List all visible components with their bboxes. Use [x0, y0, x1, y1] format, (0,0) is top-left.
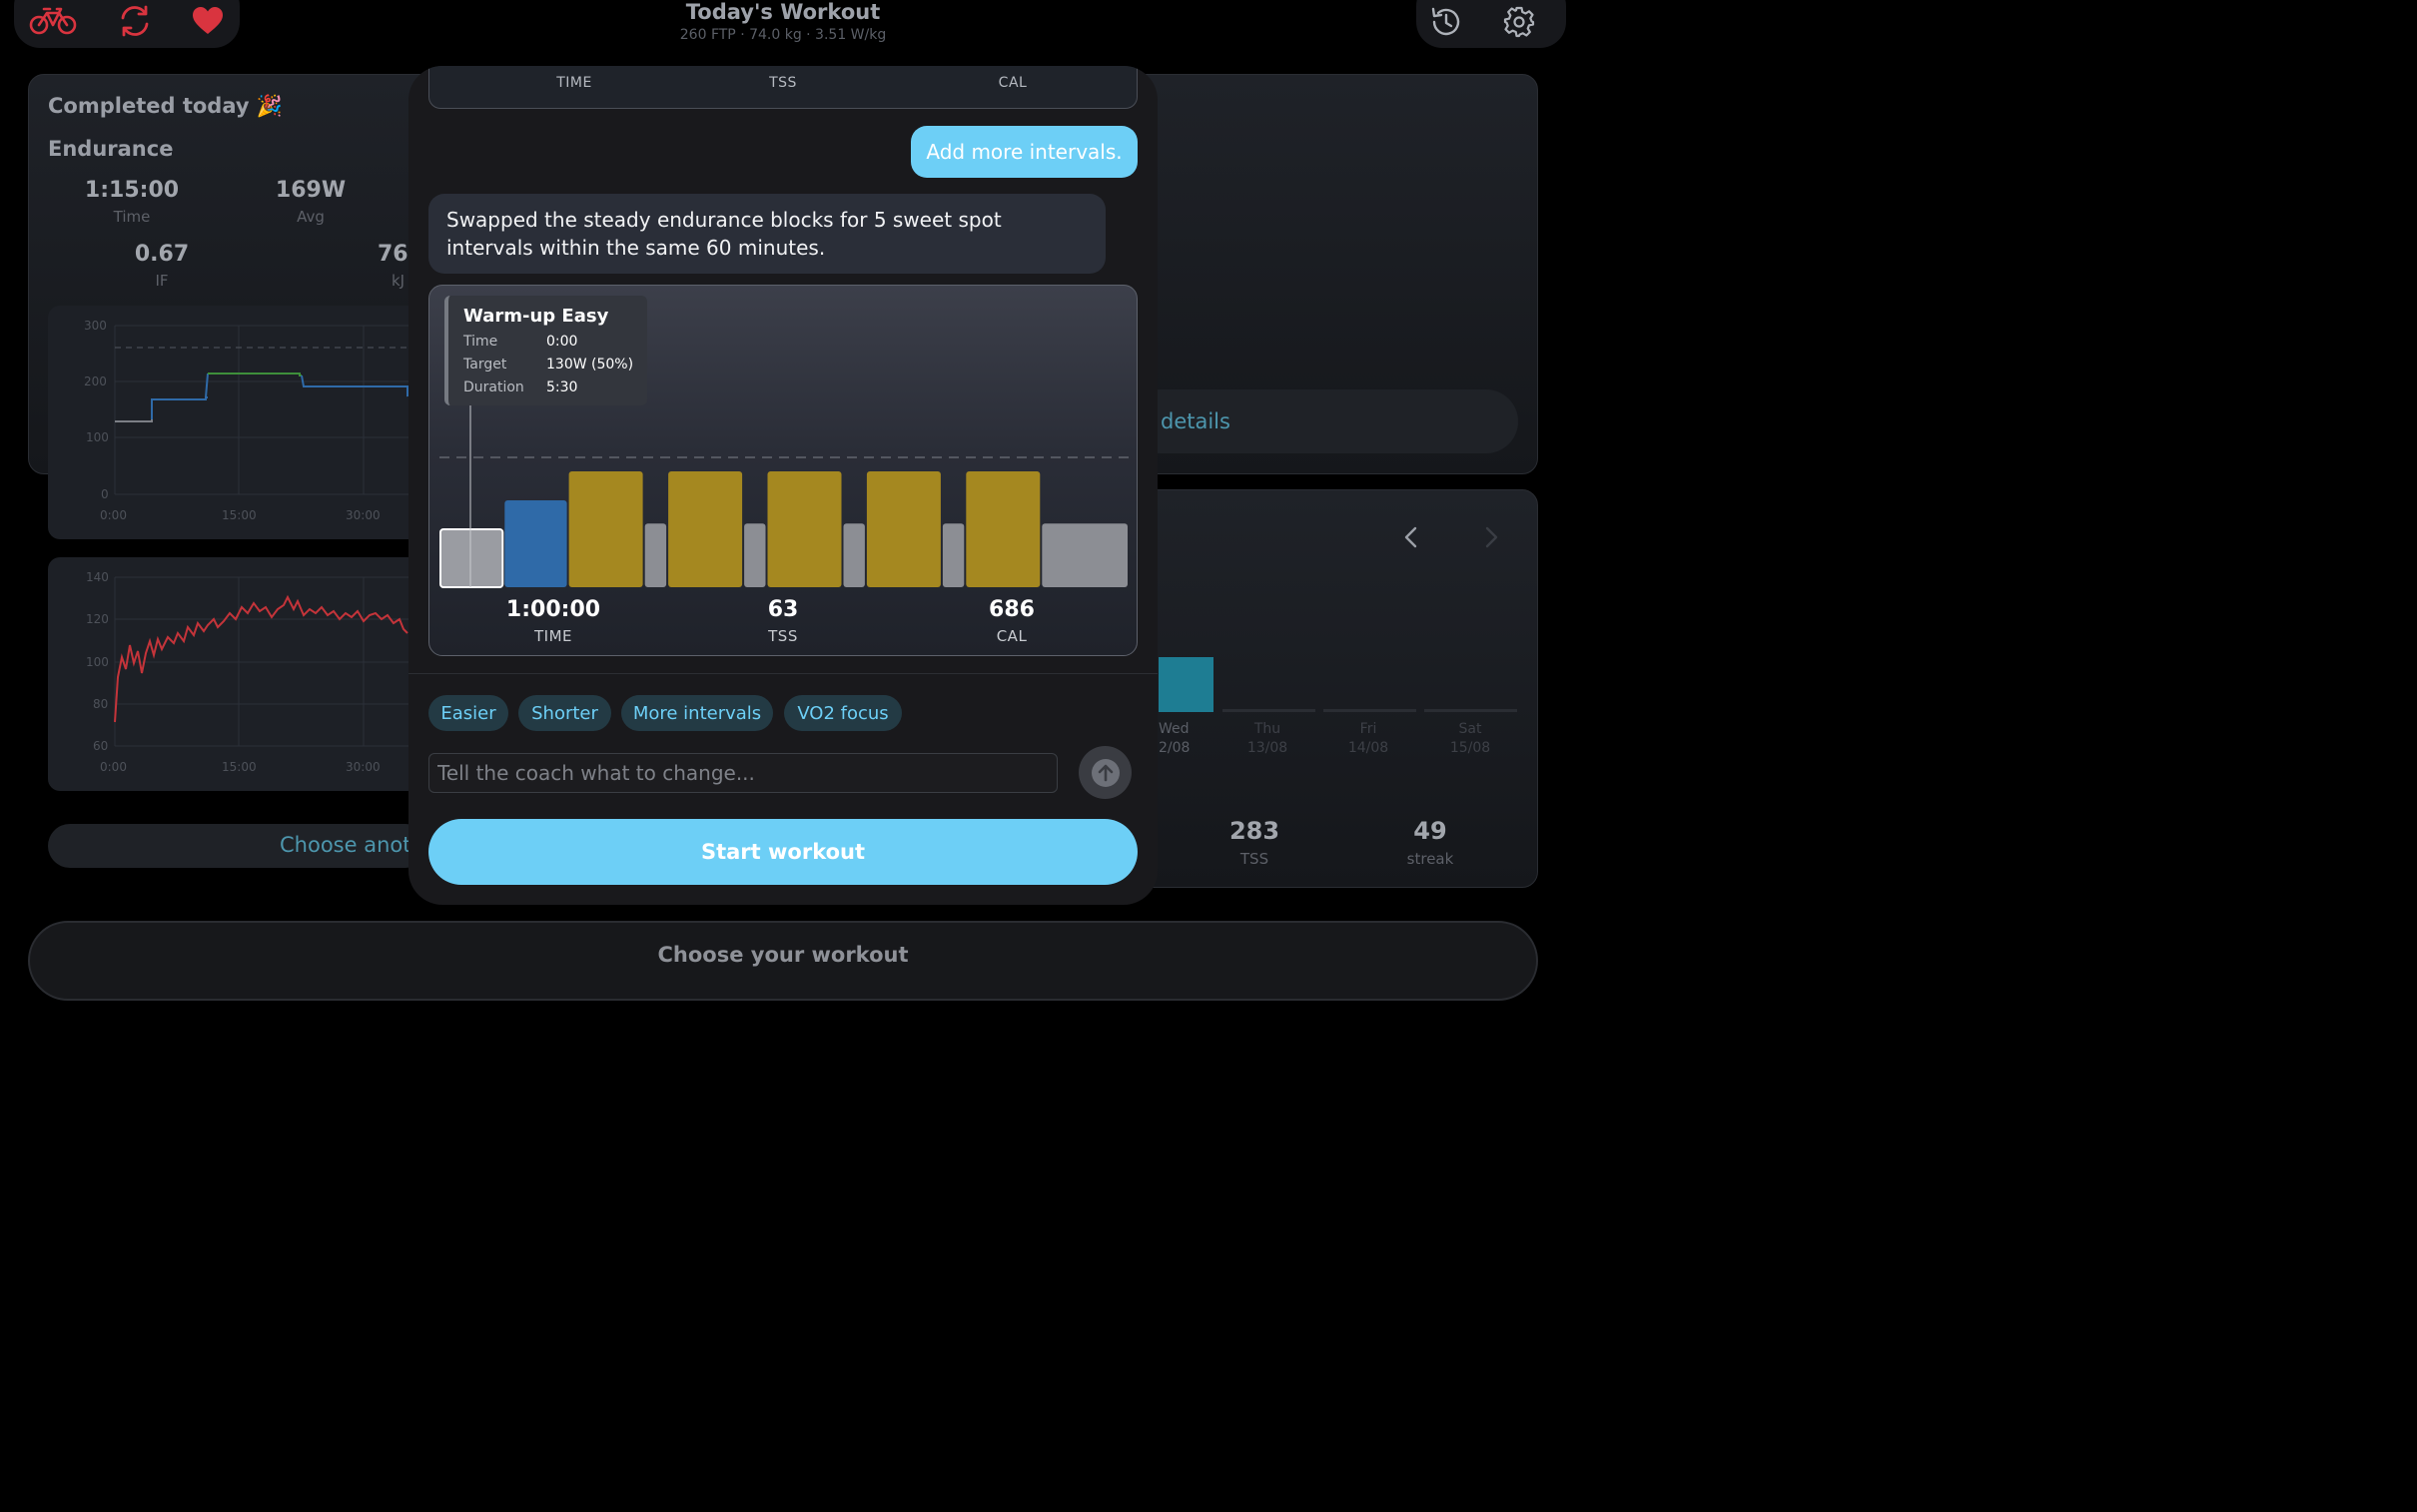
- coach-modal: TIME TSS CAL Add more intervals. Swapped…: [408, 66, 1158, 905]
- chip-shorter[interactable]: Shorter: [518, 695, 611, 731]
- choose-another-button[interactable]: Choose anoth: [48, 824, 427, 868]
- coach-message-bubble: Swapped the steady endurance blocks for …: [428, 194, 1106, 274]
- completed-kj-label: kJ: [392, 272, 405, 290]
- arrow-up-icon: [1091, 758, 1120, 787]
- interval-bar-cooldown[interactable]: [1042, 523, 1128, 587]
- day-date: 2/08: [1159, 740, 1191, 756]
- hr-y-tick: 140: [86, 570, 109, 584]
- day-name: Thu: [1253, 721, 1281, 737]
- day-name: Fri: [1359, 721, 1377, 737]
- interval-bar-endurance[interactable]: [504, 500, 567, 587]
- week-streak-label: streak: [1406, 850, 1454, 868]
- day-date: 15/08: [1449, 740, 1491, 756]
- completed-avg-label: Avg: [297, 208, 325, 226]
- power-y-tick: 100: [86, 430, 109, 444]
- settings-gear-icon[interactable]: [1501, 4, 1537, 40]
- power-x-tick: 0:00: [100, 508, 127, 522]
- power-y-tick: 300: [84, 319, 107, 333]
- heart-rate-chart: 140 120 100 80 60 0:00 15:00 30:00: [48, 557, 427, 791]
- hr-x-tick: 0:00: [100, 760, 127, 774]
- day-name: Sat: [1458, 721, 1482, 737]
- workout-cal-label: CAL: [996, 627, 1028, 645]
- hr-y-tick: 60: [93, 739, 109, 753]
- power-x-tick: 15:00: [222, 508, 257, 522]
- interval-bar-sweet-spot[interactable]: [568, 471, 643, 587]
- week-tss-value: 283: [1228, 817, 1280, 845]
- power-chart: 300 200 100 0 0:00 15:00 30:00: [48, 306, 427, 539]
- interval-bar-sweet-spot[interactable]: [767, 471, 842, 587]
- chevron-right-icon[interactable]: [1480, 525, 1502, 549]
- day-date: 13/08: [1246, 740, 1288, 756]
- hr-y-tick: 80: [93, 697, 109, 711]
- workout-time-value: 1:00:00: [505, 597, 601, 622]
- power-x-tick: 30:00: [346, 508, 381, 522]
- hr-x-tick: 15:00: [222, 760, 257, 774]
- day-date: 14/08: [1347, 740, 1389, 756]
- workout-tss-label: TSS: [768, 627, 798, 645]
- start-workout-button[interactable]: Start workout: [428, 819, 1138, 885]
- history-icon[interactable]: [1428, 4, 1464, 40]
- interval-bar-recovery[interactable]: [843, 523, 865, 587]
- composer-divider: [408, 673, 1158, 674]
- interval-bar-recovery[interactable]: [744, 523, 766, 587]
- tooltip-key: Duration: [463, 379, 524, 395]
- day-bar-wed: [1159, 657, 1213, 712]
- segment-tooltip: Warm-up Easy Time 0:00 Target 130W (50%)…: [444, 296, 647, 405]
- workout-time-label: TIME: [533, 627, 572, 645]
- tooltip-value: 0:00: [546, 334, 578, 350]
- hr-y-tick: 120: [86, 612, 109, 626]
- completed-today-title: Completed today 🎉: [48, 94, 283, 118]
- tooltip-key: Target: [463, 357, 507, 373]
- user-message-bubble: Add more intervals.: [911, 126, 1138, 178]
- completed-time-label: Time: [113, 208, 151, 226]
- tooltip-title: Warm-up Easy: [463, 306, 609, 327]
- view-details-button[interactable]: details: [1129, 389, 1518, 453]
- view-details-label: details: [1161, 409, 1230, 433]
- day-bar-sat: [1424, 709, 1517, 712]
- tooltip-value: 130W (50%): [546, 357, 634, 373]
- interval-bar-recovery[interactable]: [644, 523, 667, 587]
- page-title: Today's Workout: [685, 0, 881, 24]
- choose-your-workout-button[interactable]: Choose your workout: [28, 921, 1538, 1001]
- chevron-left-icon[interactable]: [1400, 525, 1422, 549]
- rider-profile-summary: 260 FTP · 74.0 kg · 3.51 W/kg: [679, 27, 887, 43]
- prev-cal-label: CAL: [998, 75, 1028, 91]
- completed-if-label: IF: [155, 272, 169, 290]
- power-y-tick: 0: [101, 487, 109, 501]
- completed-time-value: 1:15:00: [84, 178, 180, 203]
- completed-kj-value: 76: [378, 242, 408, 267]
- day-bar-fri: [1323, 709, 1416, 712]
- chip-vo2-focus[interactable]: VO2 focus: [784, 695, 902, 731]
- completed-workout-name: Endurance: [48, 137, 174, 161]
- hr-y-tick: 100: [86, 655, 109, 669]
- workout-preview-card[interactable]: Warm-up Easy Time 0:00 Target 130W (50%)…: [428, 285, 1138, 656]
- interval-bar-warmup[interactable]: [439, 528, 504, 588]
- choose-another-label: Choose anoth: [280, 833, 424, 857]
- tooltip-value: 5:30: [546, 379, 578, 395]
- hr-x-tick: 30:00: [346, 760, 381, 774]
- day-bar-thu: [1222, 709, 1315, 712]
- interval-bar-sweet-spot[interactable]: [866, 471, 941, 587]
- day-name: Wed: [1159, 721, 1190, 737]
- interval-bar-sweet-spot[interactable]: [668, 471, 743, 587]
- coach-message-input[interactable]: [428, 753, 1058, 793]
- choose-your-workout-label: Choose your workout: [657, 943, 909, 967]
- previous-workout-summary-card: TIME TSS CAL: [428, 66, 1138, 109]
- completed-avg-value: 169W: [275, 178, 347, 203]
- tooltip-key: Time: [463, 334, 498, 350]
- workout-cal-value: 686: [989, 597, 1035, 622]
- send-button[interactable]: [1079, 746, 1132, 799]
- interval-bar-sweet-spot[interactable]: [966, 471, 1041, 587]
- completed-if-value: 0.67: [134, 242, 190, 267]
- prev-tss-label: TSS: [769, 75, 797, 91]
- week-streak-value: 49: [1413, 817, 1447, 845]
- chip-more-intervals[interactable]: More intervals: [621, 695, 773, 731]
- workout-tss-value: 63: [767, 597, 799, 622]
- prev-time-label: TIME: [556, 75, 592, 91]
- chip-easier[interactable]: Easier: [428, 695, 508, 731]
- interval-bar-recovery[interactable]: [942, 523, 965, 587]
- week-tss-label: TSS: [1239, 850, 1269, 868]
- power-y-tick: 200: [84, 375, 107, 388]
